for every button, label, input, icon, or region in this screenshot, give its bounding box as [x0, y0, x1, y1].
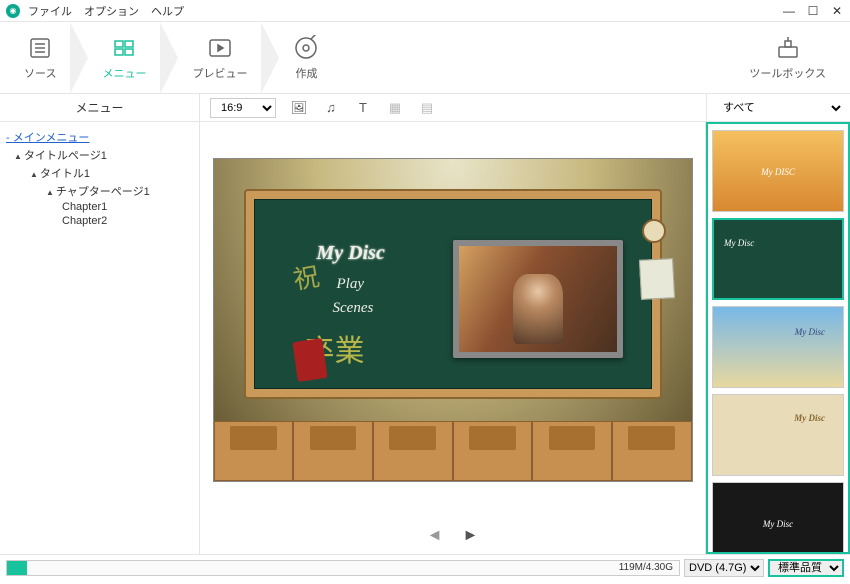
- desk-decoration: [214, 421, 692, 481]
- template-vintage[interactable]: My Disc: [712, 394, 844, 476]
- step-source-label: ソース: [24, 65, 56, 81]
- text-tool-icon[interactable]: T: [354, 99, 372, 117]
- create-icon: [293, 35, 319, 61]
- preview-panel: 祝 My Disc Play Scenes 卒業 ◄ ►: [200, 122, 706, 554]
- step-menu-label: メニュー: [102, 65, 146, 81]
- thumbnail-tool-icon[interactable]: ▤: [418, 99, 436, 117]
- step-preview-label: プレビュー: [192, 65, 247, 81]
- template-beach[interactable]: My Disc: [712, 306, 844, 388]
- template-filter-select[interactable]: すべて: [713, 98, 844, 118]
- disc-menu-preview[interactable]: 祝 My Disc Play Scenes 卒業: [213, 158, 693, 482]
- template-classroom[interactable]: My Disc: [712, 218, 844, 300]
- step-preview[interactable]: プレビュー: [174, 22, 265, 93]
- step-create-label: 作成: [295, 65, 317, 81]
- papers-decoration: [638, 258, 674, 300]
- menubar: ファイル オプション ヘルプ: [28, 3, 184, 19]
- play-button-text[interactable]: Play: [337, 276, 365, 293]
- clock-decoration: [642, 219, 666, 243]
- secondary-toolbar: メニュー 16:9 🖼 ♫ T ▦ ▤ すべて: [0, 94, 850, 122]
- tree-header: メニュー: [0, 94, 200, 121]
- window-controls: — ☐ ✕: [782, 4, 844, 18]
- step-toolbox[interactable]: ツールボックス: [731, 22, 844, 93]
- video-thumbnail-frame[interactable]: [453, 240, 623, 358]
- menu-file[interactable]: ファイル: [28, 3, 72, 19]
- tree-main-menu[interactable]: - メインメニュー: [6, 128, 193, 146]
- image-tool-icon[interactable]: 🖼: [290, 99, 308, 117]
- step-menu[interactable]: メニュー: [84, 22, 164, 93]
- tree-chapter2[interactable]: Chapter2: [6, 214, 193, 228]
- tree-title-page[interactable]: ▲タイトルページ1: [6, 146, 193, 164]
- disc-usage-text: 119M/4.30G: [619, 562, 679, 573]
- template-dark[interactable]: My Disc: [712, 482, 844, 554]
- maximize-icon[interactable]: ☐: [806, 4, 820, 18]
- next-page-icon[interactable]: ►: [463, 527, 479, 545]
- minimize-icon[interactable]: —: [782, 4, 796, 18]
- chapter-tool-icon[interactable]: ▦: [386, 99, 404, 117]
- menu-help[interactable]: ヘルプ: [151, 3, 184, 19]
- disc-usage-bar: 119M/4.30G: [6, 560, 680, 576]
- tree-chapter-page[interactable]: ▲チャプターページ1: [6, 182, 193, 200]
- titlebar: ◉ ファイル オプション ヘルプ — ☐ ✕: [0, 0, 850, 22]
- preview-icon: [207, 35, 233, 61]
- tree-title[interactable]: ▲タイトル1: [6, 164, 193, 182]
- template-list: My DISC My Disc My Disc My Disc My Disc: [706, 122, 850, 554]
- scenes-button-text[interactable]: Scenes: [333, 300, 374, 317]
- page-navigation: ◄ ►: [200, 518, 705, 554]
- app-logo-icon: ◉: [6, 4, 20, 18]
- disc-type-select[interactable]: DVD (4.7G): [684, 559, 764, 577]
- close-icon[interactable]: ✕: [830, 4, 844, 18]
- music-tool-icon[interactable]: ♫: [322, 99, 340, 117]
- main-area: - メインメニュー ▲タイトルページ1 ▲タイトル1 ▲チャプターページ1 Ch…: [0, 122, 850, 554]
- template-party[interactable]: My DISC: [712, 130, 844, 212]
- quality-select[interactable]: 標準品質: [768, 559, 844, 577]
- toolbox-icon: [775, 35, 801, 61]
- menu-icon: [111, 35, 137, 61]
- step-toolbox-label: ツールボックス: [749, 65, 826, 81]
- step-navigation: ソース メニュー プレビュー 作成 ツールボックス: [0, 22, 850, 94]
- preview-toolbar: 16:9 🖼 ♫ T ▦ ▤: [200, 94, 706, 121]
- step-source[interactable]: ソース: [6, 22, 74, 93]
- aspect-ratio-select[interactable]: 16:9: [210, 98, 276, 118]
- menu-options[interactable]: オプション: [84, 3, 139, 19]
- status-bar: 119M/4.30G DVD (4.7G) 標準品質: [0, 554, 850, 580]
- step-create[interactable]: 作成: [275, 22, 337, 93]
- tree-chapter1[interactable]: Chapter1: [6, 200, 193, 214]
- disc-title-text[interactable]: My Disc: [317, 242, 385, 265]
- diploma-decoration: [292, 338, 327, 382]
- menu-tree: - メインメニュー ▲タイトルページ1 ▲タイトル1 ▲チャプターページ1 Ch…: [0, 122, 200, 554]
- prev-page-icon[interactable]: ◄: [427, 527, 443, 545]
- source-icon: [27, 35, 53, 61]
